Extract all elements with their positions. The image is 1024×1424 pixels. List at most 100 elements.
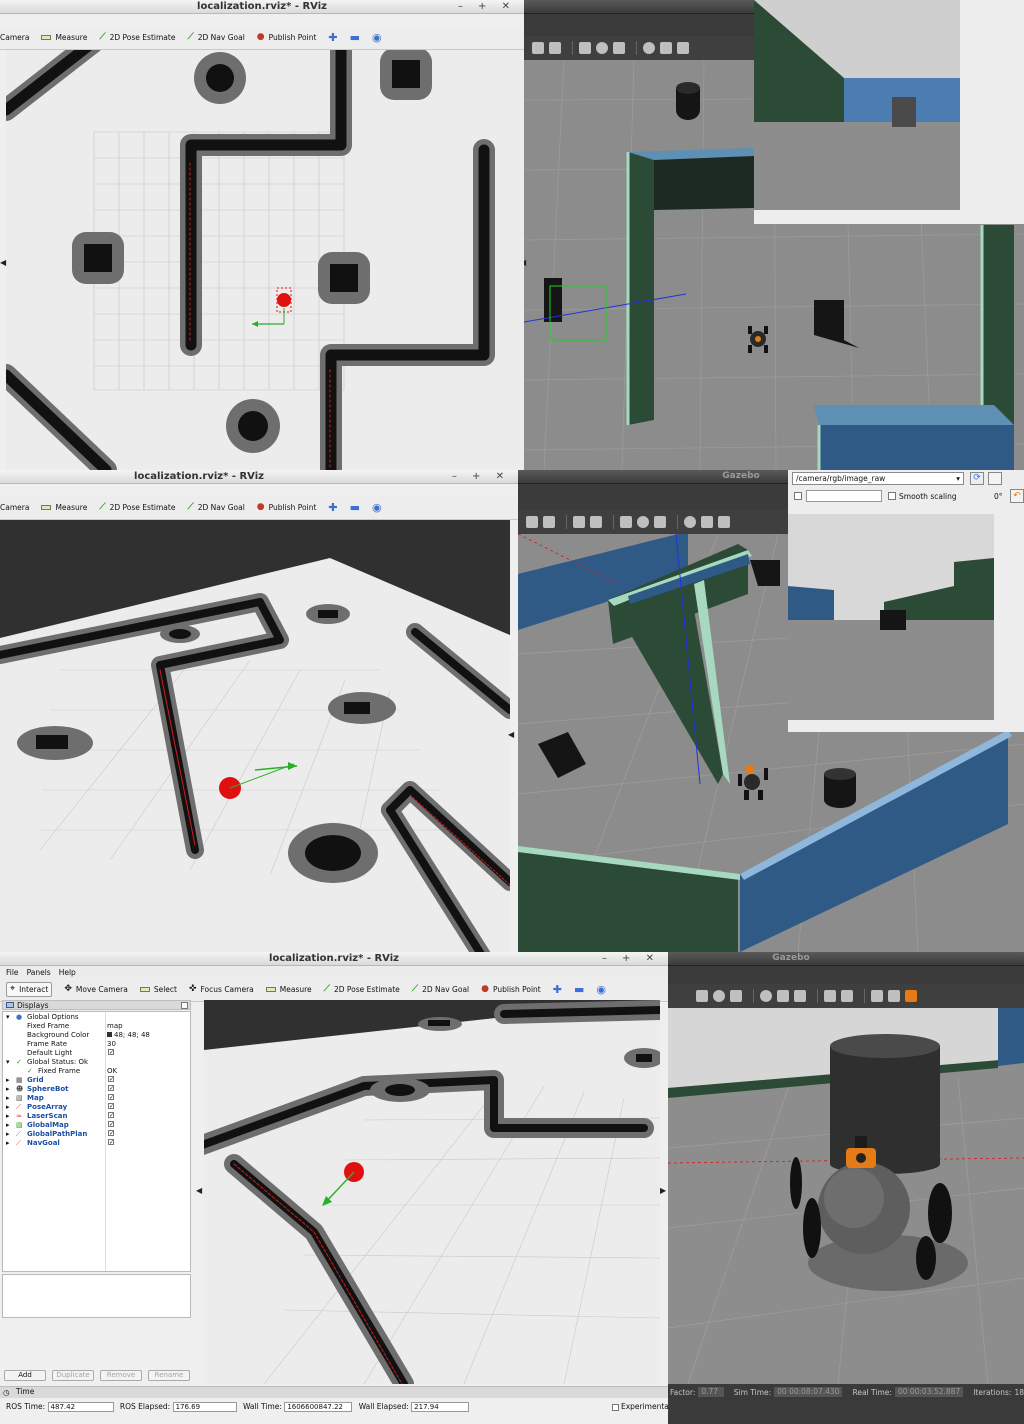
display-enabled-checkbox[interactable]: ✓: [108, 1094, 114, 1101]
menu-panels[interactable]: Panels: [27, 968, 51, 977]
spot-light-icon[interactable]: [701, 516, 713, 528]
snap-icon[interactable]: [888, 990, 900, 1002]
remove-tool-button[interactable]: ▬: [350, 31, 360, 44]
scale-icon[interactable]: [543, 516, 555, 528]
display-enabled-checkbox[interactable]: ✓: [108, 1130, 114, 1137]
screenshot-icon[interactable]: [905, 990, 917, 1002]
cylinder-shape-icon[interactable]: [730, 990, 742, 1002]
gazebo-scene-bottom[interactable]: [668, 1008, 1024, 1384]
align-icon[interactable]: [871, 990, 883, 1002]
checkbox[interactable]: [794, 492, 802, 500]
spot-light-icon[interactable]: [777, 990, 789, 1002]
expand-arrow-icon[interactable]: ▸: [6, 1139, 10, 1147]
display-enabled-checkbox[interactable]: ✓: [108, 1139, 114, 1146]
display-item-posearray[interactable]: ▸ ⟋ PoseArray ✓: [3, 1103, 190, 1112]
box-shape-icon[interactable]: [620, 516, 632, 528]
display-item-spherebot[interactable]: ▸ ☻ SphereBot ✓: [3, 1085, 190, 1094]
directional-light-icon[interactable]: [794, 990, 806, 1002]
copy-icon[interactable]: [824, 990, 836, 1002]
publish-point-tool[interactable]: ● Publish Point: [257, 503, 317, 513]
menu-help[interactable]: Help: [59, 968, 76, 977]
tree-row-global-status[interactable]: ▾ ✓ Global Status: Ok: [3, 1058, 190, 1067]
tree-row-background-color[interactable]: Background Color 48; 48; 48: [3, 1031, 190, 1040]
save-icon[interactable]: [988, 472, 1002, 485]
remove-tool-button[interactable]: ▬: [350, 501, 360, 514]
nav-goal-tool[interactable]: ⟋ 2D Nav Goal: [187, 503, 244, 513]
sphere-shape-icon[interactable]: [713, 990, 725, 1002]
translate-icon[interactable]: [526, 516, 538, 528]
tree-row-frame-rate[interactable]: Frame Rate 30: [3, 1040, 190, 1049]
focus-camera-tool[interactable]: ✜ Focus Camera: [189, 985, 254, 995]
box-shape-icon[interactable]: [696, 990, 708, 1002]
box-shape-icon[interactable]: [579, 42, 591, 54]
window-controls[interactable]: – + ✕: [458, 1, 516, 12]
measure-tool[interactable]: Measure: [41, 33, 87, 42]
display-enabled-checkbox[interactable]: ✓: [108, 1085, 114, 1092]
sphere-shape-icon[interactable]: [637, 516, 649, 528]
sun-light-icon[interactable]: [643, 42, 655, 54]
collapse-arrow-icon[interactable]: ◀: [524, 258, 526, 267]
expand-arrow-icon[interactable]: ▸: [6, 1130, 10, 1138]
cylinder-shape-icon[interactable]: [654, 516, 666, 528]
rename-display-button[interactable]: Rename: [148, 1370, 190, 1381]
add-tool-button[interactable]: ✚: [553, 983, 562, 996]
interact-tool[interactable]: ⌖ Interact: [6, 982, 53, 997]
move-camera-tool[interactable]: Camera: [0, 503, 29, 512]
expand-arrow-icon[interactable]: ▸: [6, 1076, 10, 1084]
close-panel-icon[interactable]: [181, 1002, 188, 1009]
sphere-shape-icon[interactable]: [596, 42, 608, 54]
pose-estimate-tool[interactable]: ⟋ 2D Pose Estimate: [99, 503, 175, 513]
view-menu-button[interactable]: ◉: [596, 983, 606, 996]
redo-icon[interactable]: [590, 516, 602, 528]
tree-row-status-fixed-frame[interactable]: ✓ Fixed Frame OK: [3, 1067, 190, 1076]
display-enabled-checkbox[interactable]: ✓: [108, 1076, 114, 1083]
rotate-icon[interactable]: ↶: [1010, 489, 1024, 503]
select-tool[interactable]: Select: [139, 985, 177, 994]
nav-goal-tool[interactable]: ⟋ 2D Nav Goal: [187, 33, 244, 43]
collapse-arrow-icon[interactable]: ◀: [0, 258, 6, 267]
default-light-checkbox[interactable]: ✓: [108, 1049, 114, 1056]
publish-point-tool[interactable]: ● Publish Point: [257, 33, 317, 43]
menu-file[interactable]: File: [6, 968, 19, 977]
move-camera-tool[interactable]: Camera: [0, 33, 29, 42]
display-enabled-checkbox[interactable]: ✓: [108, 1103, 114, 1110]
ros-elapsed-field[interactable]: 176.69: [172, 1402, 237, 1412]
sun-light-icon[interactable]: [684, 516, 696, 528]
image-topic-select[interactable]: /camera/rgb/image_raw ▾: [792, 472, 964, 485]
duplicate-display-button[interactable]: Duplicate: [52, 1370, 94, 1381]
expand-arrow-icon[interactable]: ▸: [6, 1094, 10, 1102]
remove-display-button[interactable]: Remove: [100, 1370, 142, 1381]
tree-row-fixed-frame[interactable]: Fixed Frame map: [3, 1022, 190, 1031]
remove-tool-button[interactable]: ▬: [574, 983, 584, 996]
pose-estimate-tool[interactable]: ⟋ 2D Pose Estimate: [324, 985, 400, 995]
display-item-navgoal[interactable]: ▸ ⟋ NavGoal ✓: [3, 1139, 190, 1148]
expand-arrow-icon[interactable]: ▶: [660, 1186, 666, 1195]
display-item-globalmap[interactable]: ▸ ▧ GlobalMap ✓: [3, 1121, 190, 1130]
redo-icon[interactable]: [549, 42, 561, 54]
rviz-3d-view[interactable]: [204, 1000, 660, 1384]
rviz-map-view-middle[interactable]: [0, 520, 510, 952]
paste-icon[interactable]: [841, 990, 853, 1002]
move-camera-tool[interactable]: ✥ Move Camera: [64, 985, 127, 995]
display-item-grid[interactable]: ▸ ▦ Grid ✓: [3, 1076, 190, 1085]
publish-point-tool[interactable]: ● Publish Point: [481, 985, 541, 995]
add-tool-button[interactable]: ✚: [328, 501, 337, 514]
sun-light-icon[interactable]: [760, 990, 772, 1002]
window-controls[interactable]: – + ✕: [452, 471, 510, 482]
collapse-arrow-icon[interactable]: ◀: [508, 730, 514, 739]
cylinder-shape-icon[interactable]: [613, 42, 625, 54]
collapse-arrow-icon[interactable]: ◀: [196, 1186, 202, 1195]
expand-arrow-icon[interactable]: ▾: [6, 1058, 10, 1066]
add-tool-button[interactable]: ✚: [328, 31, 337, 44]
display-item-map[interactable]: ▸ ▧ Map ✓: [3, 1094, 190, 1103]
text-input[interactable]: [806, 490, 882, 502]
expand-arrow-icon[interactable]: ▸: [6, 1103, 10, 1111]
experimental-checkbox[interactable]: [611, 1403, 619, 1411]
undo-icon[interactable]: [532, 42, 544, 54]
view-menu-button[interactable]: ◉: [372, 31, 382, 44]
spot-light-icon[interactable]: [660, 42, 672, 54]
expand-arrow-icon[interactable]: ▸: [6, 1085, 10, 1093]
tree-row-default-light[interactable]: Default Light ✓: [3, 1049, 190, 1058]
add-display-button[interactable]: Add: [4, 1370, 46, 1381]
wall-elapsed-field[interactable]: 217.94: [411, 1402, 470, 1412]
